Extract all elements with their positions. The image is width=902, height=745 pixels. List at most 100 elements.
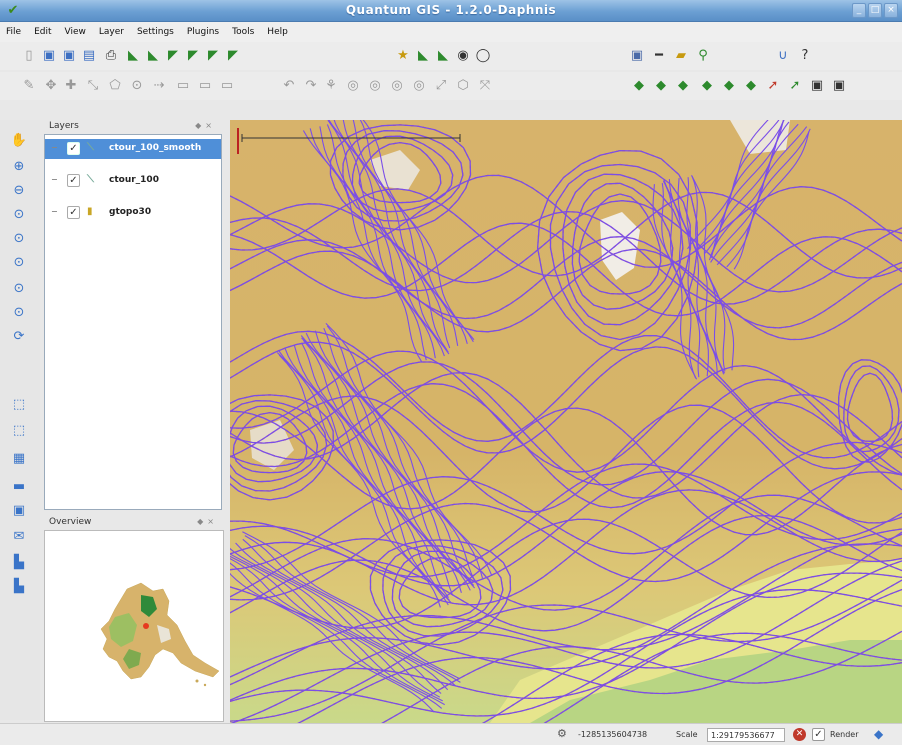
render-checkbox[interactable]: ✓ [812,728,825,741]
plugin-tool-6-icon[interactable]: ◆ [742,77,760,95]
show-bookmarks-icon[interactable]: ◣ [414,47,432,65]
refresh-icon[interactable]: ⟳ [10,328,28,346]
zoom-out-icon[interactable]: ⊖ [10,182,28,200]
measure-area-icon[interactable]: ◯ [474,47,492,65]
menu-tools[interactable]: Tools [232,27,254,37]
copy-features-icon[interactable]: ▭ [218,77,236,95]
collapse-icon[interactable]: − [51,207,58,216]
menu-plugins[interactable]: Plugins [187,27,219,37]
redo-icon[interactable]: ↷ [302,77,320,95]
plugin-tool-1-icon[interactable]: ◆ [630,77,648,95]
map-tips-icon[interactable]: ◣ [434,47,452,65]
plugin-tool-8-icon[interactable]: ➚ [786,77,804,95]
menu-settings[interactable]: Settings [137,27,174,37]
cut-features-icon[interactable]: ▭ [196,77,214,95]
coordinates-readout: -1285135604738 [578,730,648,739]
zoom-selection-icon[interactable]: ⊙ [10,230,28,248]
scale-input[interactable] [707,728,785,742]
reshape-icon[interactable]: ⤢ [432,77,450,95]
add-ring-icon[interactable]: ◎ [344,77,362,95]
dock-float-close-buttons[interactable]: ◆× [195,121,216,130]
measure-icon[interactable]: ▬ [10,478,28,496]
new-project-icon[interactable]: ▯ [20,47,38,65]
menu-file[interactable]: File [6,27,21,37]
capture-line-icon[interactable]: ⤡ [84,77,102,95]
simplify-icon[interactable]: ⚘ [322,77,340,95]
plugin-tool-9-icon[interactable]: ▣ [808,77,826,95]
capture-polygon-icon[interactable]: ⬠ [106,77,124,95]
text-annotation-icon[interactable]: ✉ [10,528,28,546]
composer-icon[interactable]: ▣ [628,47,646,65]
add-raster-icon[interactable]: ◣ [144,47,162,65]
pan-icon[interactable]: ✥ [42,77,60,95]
identify-icon[interactable]: ◉ [454,47,472,65]
split-features-icon[interactable]: ⬡ [454,77,472,95]
layer-item[interactable]: − ✓ ⟍ ctour_100_smooth [45,139,221,159]
deselect-icon[interactable]: ⬚ [10,422,28,440]
whats-this-icon[interactable]: ? [796,47,814,65]
merge-features-icon[interactable]: ⤧ [476,77,494,95]
minimize-button[interactable]: _ [852,3,866,18]
new-bookmark-icon[interactable]: ★ [394,47,412,65]
move-feature-icon[interactable]: ⊙ [128,77,146,95]
measure-line-icon[interactable]: ━ [650,47,668,65]
capture-point-icon[interactable]: ✚ [62,77,80,95]
plugin-tool-10-icon[interactable]: ▣ [830,77,848,95]
undo-icon[interactable]: ↶ [280,77,298,95]
node-tool-icon[interactable]: ⇢ [150,77,168,95]
layer-visibility-checkbox[interactable]: ✓ [67,142,80,155]
add-postgis-icon[interactable]: ◤ [164,47,182,65]
line-layer-icon: ⟍ [87,142,94,153]
select-features-icon[interactable]: ⬚ [10,396,28,414]
add-island-icon[interactable]: ◎ [366,77,384,95]
zoom-next-icon[interactable]: ⊙ [10,304,28,322]
delete-selected-icon[interactable]: ▭ [174,77,192,95]
add-wfs-icon[interactable]: ◤ [224,47,242,65]
gps-icon[interactable]: ⚲ [694,47,712,65]
coordinate-toggle-icon[interactable]: ⚙ [557,727,567,740]
delete-ring-icon[interactable]: ◎ [388,77,406,95]
zoom-last-icon[interactable]: ⊙ [10,280,28,298]
menu-help[interactable]: Help [267,27,288,37]
zoom-layer-icon[interactable]: ⊙ [10,254,28,272]
add-spatialite-icon[interactable]: ◤ [184,47,202,65]
add-vector-icon[interactable]: ◣ [124,47,142,65]
zoom-full-icon[interactable]: ⊙ [10,206,28,224]
layer-visibility-checkbox[interactable]: ✓ [67,206,80,219]
overview-toggle-icon[interactable]: ▣ [10,502,28,520]
open-project-icon[interactable]: ▣ [40,47,58,65]
plugin-tool-5-icon[interactable]: ◆ [720,77,738,95]
plugin-tool-7-icon[interactable]: ➚ [764,77,782,95]
projection-icon[interactable]: ◆ [874,727,883,741]
layer-item[interactable]: − ✓ ⟍ ctour_100 [45,171,221,191]
stop-render-icon[interactable]: ✕ [793,728,806,741]
layer-visibility-checkbox[interactable]: ✓ [67,174,80,187]
save-project-icon[interactable]: ▣ [60,47,78,65]
overview-map[interactable] [44,530,224,722]
annotation-icon[interactable]: ▰ [672,47,690,65]
menu-layer[interactable]: Layer [99,27,124,37]
dock-float-close-buttons[interactable]: ◆× [197,517,218,526]
python-console-icon[interactable]: ∪ [774,47,792,65]
zoom-in-icon[interactable]: ⊕ [10,158,28,176]
attribute-table-icon[interactable]: ▦ [10,450,28,468]
toggle-editing-icon[interactable]: ✎ [20,77,38,95]
delete-part-icon[interactable]: ◎ [410,77,428,95]
plugin-tool-4-icon[interactable]: ◆ [698,77,716,95]
form-annotation-icon[interactable]: ▙ [10,554,28,572]
add-wms-icon[interactable]: ◤ [204,47,222,65]
map-canvas[interactable] [230,120,902,723]
layer-item[interactable]: − ✓ ▮ gtopo30 [45,203,221,223]
collapse-icon[interactable]: − [51,143,58,152]
maximize-button[interactable]: □ [868,3,882,18]
print-icon[interactable]: ⎙ [102,47,120,65]
plugin-tool-3-icon[interactable]: ◆ [674,77,692,95]
menu-view[interactable]: View [65,27,86,37]
menu-edit[interactable]: Edit [34,27,51,37]
close-button[interactable]: × [884,3,898,18]
save-as-icon[interactable]: ▤ [80,47,98,65]
pan-map-icon[interactable]: ✋ [10,132,28,150]
move-annotation-icon[interactable]: ▙ [10,578,28,596]
collapse-icon[interactable]: − [51,175,58,184]
plugin-tool-2-icon[interactable]: ◆ [652,77,670,95]
